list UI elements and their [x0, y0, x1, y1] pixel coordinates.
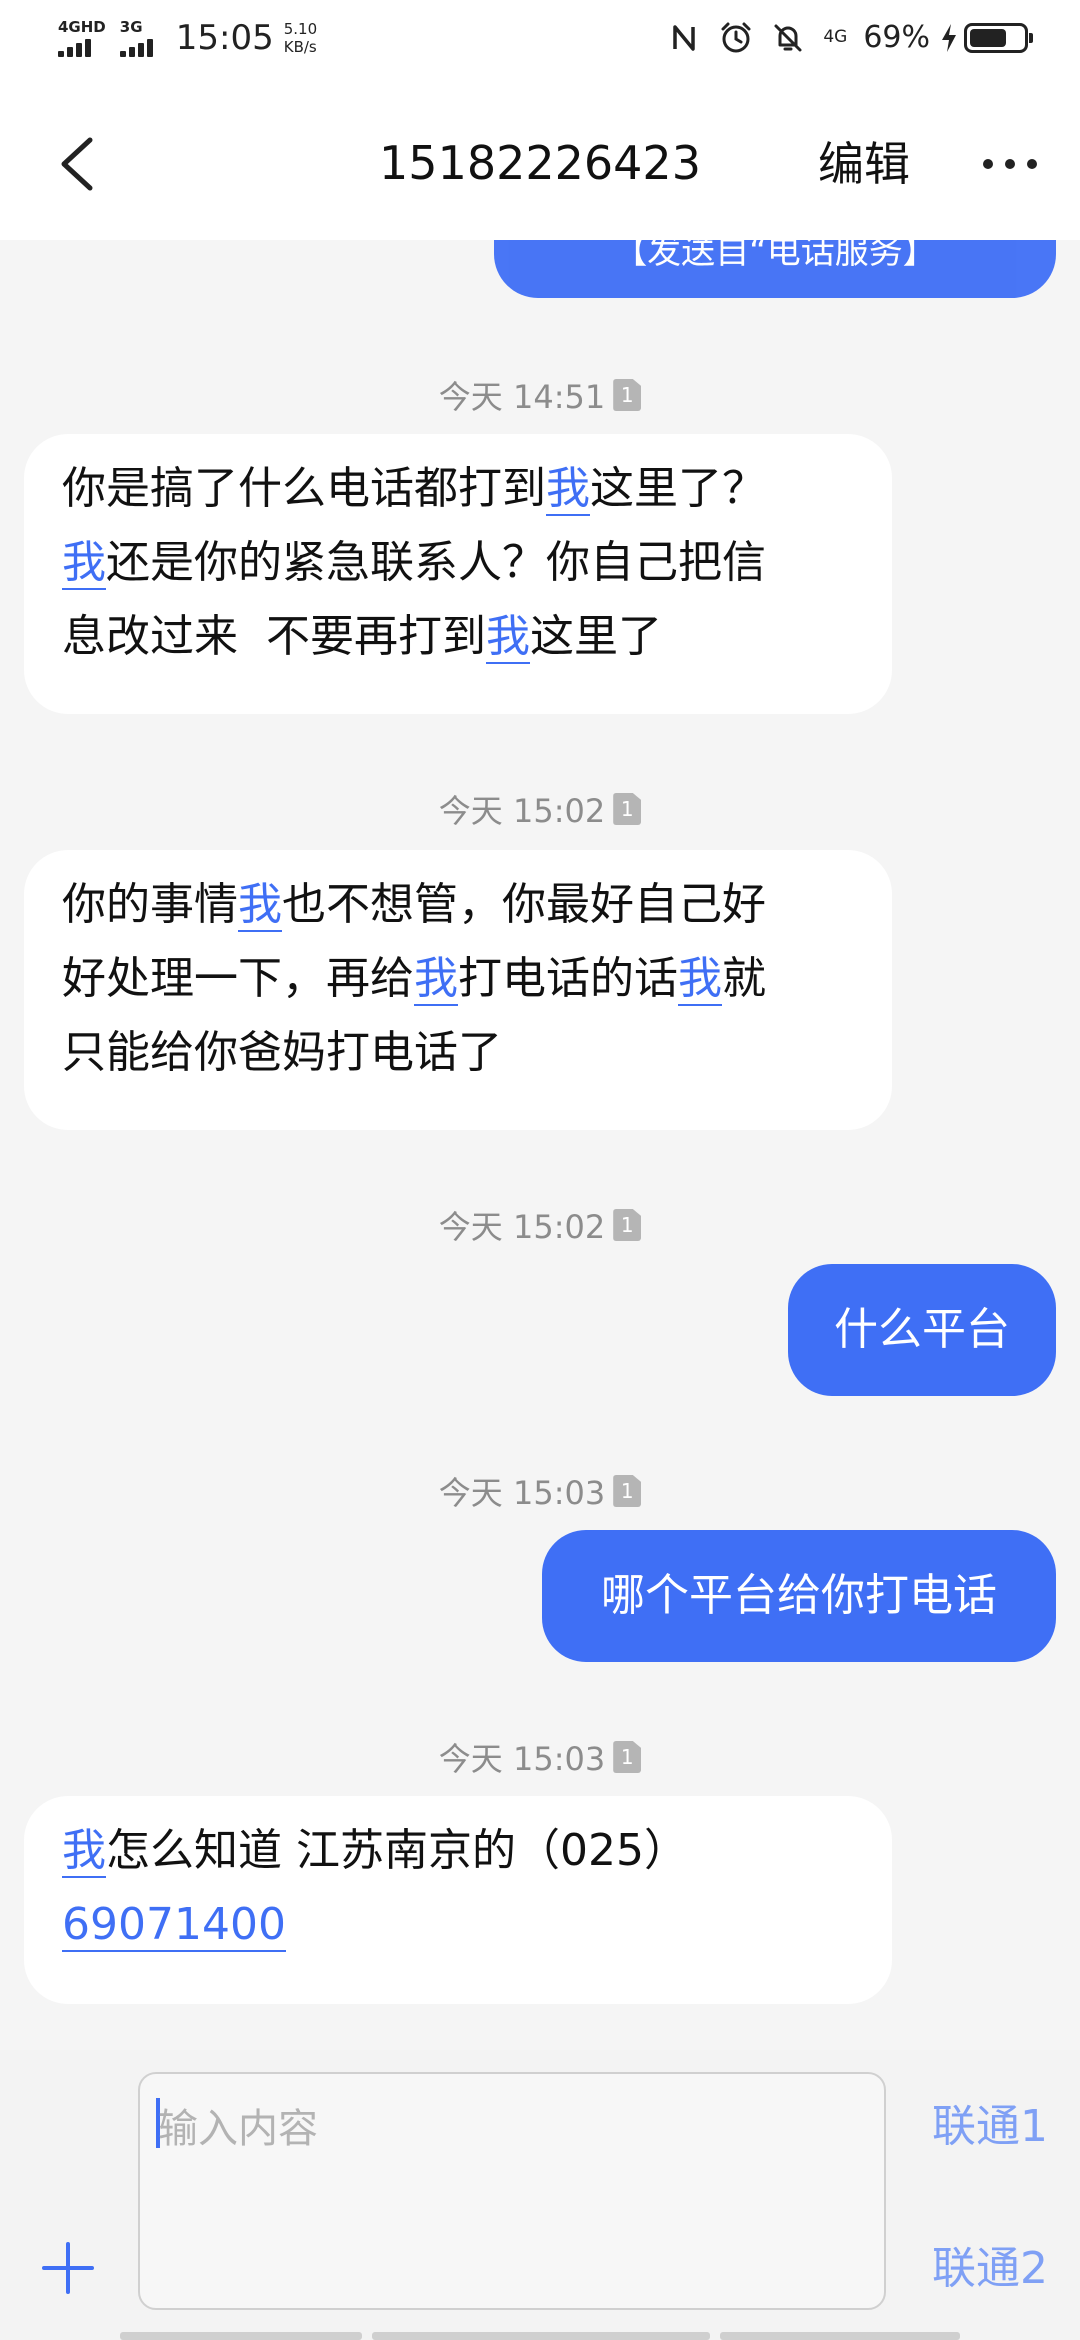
message-line: 你是搞了什么电话都打到我这里了？ [62, 463, 766, 516]
message-bubble-incoming[interactable]: 我怎么知道 江苏南京的（025） 69071400 [24, 1796, 892, 2004]
message-line: 只能给你爸妈打电话了 [62, 1027, 502, 1078]
network-4g-label: 4G [823, 27, 848, 47]
sim-card-icon: 1 [613, 379, 642, 411]
message-list[interactable]: 【发送自“电话服务】 今天 14:51 1 你是搞了什么电话都打到我这里了？ 我… [0, 240, 1080, 2050]
message-bubble-outgoing[interactable]: 什么平台 [788, 1264, 1056, 1396]
phone-number-link[interactable]: 69071400 [62, 1899, 286, 1952]
detected-word[interactable]: 我 [62, 1825, 106, 1878]
message-timestamp: 今天 14:51 1 [0, 372, 1080, 418]
message-timestamp: 今天 15:02 1 [0, 1202, 1080, 1248]
nfc-icon [673, 24, 696, 51]
keyboard-strip [372, 2332, 710, 2340]
conversation-header: 15182226423 编辑 [0, 84, 1080, 240]
status-bar: 4GHD 3G 15:05 5.10 KB/s 4G 69% [0, 0, 1080, 84]
detected-word[interactable]: 我 [485, 611, 530, 664]
sim-card-icon: 1 [613, 1475, 642, 1507]
timestamp-text: 今天 15:03 [438, 1740, 606, 1778]
detected-word[interactable]: 我 [414, 953, 458, 1006]
timestamp-text: 今天 14:51 [438, 378, 606, 416]
mute-bell-icon [774, 24, 802, 51]
detected-word[interactable]: 我 [62, 537, 106, 590]
network-2: 3G [119, 18, 156, 57]
status-right: 4G 69% [649, 20, 1033, 55]
timestamp-text: 今天 15:02 [438, 792, 606, 830]
message-bubble-outgoing[interactable]: 【发送自“电话服务】 [494, 240, 1056, 298]
sms-conversation-screen: 4GHD 3G 15:05 5.10 KB/s 4G 69% 151822264… [0, 0, 1080, 2340]
network-1-label: 4GHD [58, 18, 106, 36]
message-text: 哪个平台给你打电话 [601, 1570, 997, 1621]
message-line: 69071400 [62, 1888, 854, 1962]
message-bubble-outgoing[interactable]: 哪个平台给你打电话 [542, 1530, 1056, 1662]
detected-word[interactable]: 我 [238, 879, 282, 932]
network-2-label: 3G [119, 18, 143, 36]
message-line: 我怎么知道 江苏南京的（025） [62, 1825, 688, 1878]
keyboard-strip [120, 2332, 362, 2340]
plus-icon[interactable] [40, 2240, 96, 2296]
sim-card-icon: 1 [613, 793, 642, 825]
detected-word[interactable]: 我 [678, 953, 722, 1006]
contact-number-title: 15182226423 [379, 136, 701, 190]
more-horizontal-icon[interactable] [980, 144, 1040, 184]
status-left: 4GHD 3G 15:05 5.10 KB/s [58, 18, 317, 58]
sim-card-icon: 1 [613, 1209, 642, 1241]
detected-word[interactable]: 我 [546, 463, 590, 516]
message-timestamp: 今天 15:03 1 [0, 1734, 1080, 1780]
message-line: 你的事情我也不想管，你最好自己好 [62, 879, 766, 932]
battery-icon [964, 22, 1033, 53]
battery-percent: 69% [863, 20, 930, 55]
send-sim2-button[interactable]: 联通2 [932, 2232, 1048, 2296]
send-sim1-button[interactable]: 联通1 [932, 2090, 1048, 2154]
message-bubble-incoming[interactable]: 你的事情我也不想管，你最好自己好 好处理一下，再给我打电话的话我就 只能给你爸妈… [24, 850, 892, 1130]
message-line: 我还是你的紧急联系人？你自己把信 [62, 537, 766, 590]
message-timestamp: 今天 15:02 1 [0, 786, 1080, 832]
sim-card-icon: 1 [613, 1741, 642, 1773]
signal-bars-icon [58, 37, 94, 57]
message-timestamp: 今天 15:03 1 [0, 1468, 1080, 1514]
compose-bar: 输入内容 联通1 联通2 [0, 2050, 1080, 2340]
message-input-placeholder: 输入内容 [158, 2106, 318, 2152]
timestamp-text: 今天 15:02 [438, 1208, 606, 1246]
signal-bars-icon [119, 37, 156, 57]
message-text: 什么平台 [834, 1304, 1010, 1355]
message-text: 【发送自“电话服务】 [613, 240, 937, 272]
network-1: 4GHD [58, 19, 106, 57]
network-speed-unit: KB/s [283, 38, 317, 56]
alarm-clock-icon [721, 22, 751, 52]
message-line: 息改过来 不要再打到我这里了 [62, 611, 662, 664]
timestamp-text: 今天 15:03 [438, 1474, 606, 1512]
battery-fill [970, 28, 1006, 47]
message-bubble-incoming[interactable]: 你是搞了什么电话都打到我这里了？ 我还是你的紧急联系人？你自己把信 息改过来 不… [24, 434, 892, 714]
network-speed: 5.10 KB/s [284, 20, 317, 56]
message-input[interactable]: 输入内容 [138, 2072, 886, 2310]
charging-bolt-icon [942, 23, 956, 52]
message-line: 好处理一下，再给我打电话的话我就 [62, 953, 766, 1006]
keyboard-strip [720, 2332, 960, 2340]
edit-button[interactable]: 编辑 [818, 128, 910, 194]
network-speed-value: 5.10 [283, 20, 318, 38]
status-time: 15:05 [175, 18, 274, 58]
